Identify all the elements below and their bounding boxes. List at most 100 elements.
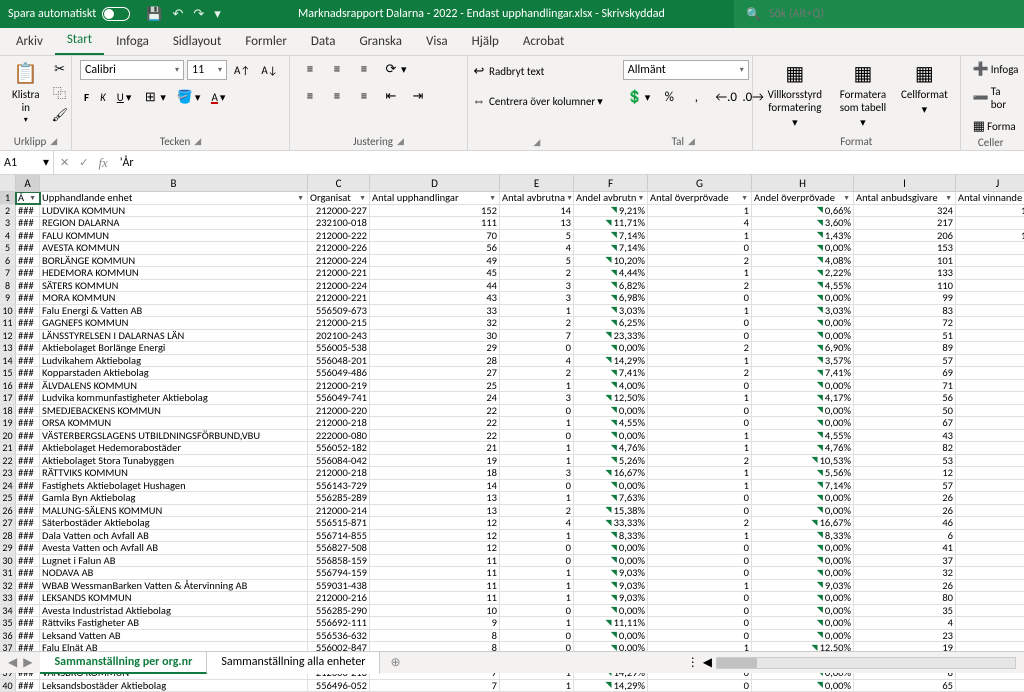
align-top-button[interactable]: ≡ xyxy=(298,60,322,79)
cell[interactable]: 17 xyxy=(956,555,1024,567)
header-cell[interactable]: Organisat▼ xyxy=(308,192,370,204)
cell[interactable]: ◥0,00% xyxy=(752,680,854,692)
row-head[interactable]: 6 xyxy=(0,255,16,267)
cell[interactable]: 23 xyxy=(956,480,1024,492)
filter-dropdown-icon[interactable]: ▼ xyxy=(358,193,367,202)
cell[interactable]: 1 xyxy=(648,355,752,367)
wrap-text-button[interactable]: ↩Radbryt text xyxy=(467,62,607,81)
tab-granska[interactable]: Granska xyxy=(347,28,414,55)
percent-button[interactable]: % xyxy=(657,88,681,107)
row-head[interactable]: 5 xyxy=(0,242,16,254)
cell[interactable]: 212000-221 xyxy=(308,267,370,279)
cell[interactable]: 212000-218 xyxy=(308,467,370,479)
cell[interactable]: 30 xyxy=(956,330,1024,342)
bold-button[interactable]: F xyxy=(80,89,93,106)
cell[interactable]: 70 xyxy=(370,230,500,242)
cell[interactable]: 19 xyxy=(956,605,1024,617)
cell[interactable]: ### xyxy=(16,555,40,567)
sheet-tab[interactable]: Sammanställning per org.nr xyxy=(40,652,207,674)
cell[interactable]: 1 xyxy=(648,442,752,454)
cell[interactable]: 12 xyxy=(370,530,500,542)
cell[interactable]: ### xyxy=(16,330,40,342)
cell[interactable]: 2 xyxy=(648,367,752,379)
col-head-G[interactable]: G xyxy=(648,175,752,191)
cell[interactable]: 72 xyxy=(854,317,956,329)
fx-icon[interactable]: fx xyxy=(98,155,107,171)
cell[interactable]: FALU KOMMUN xyxy=(40,230,308,242)
cell[interactable]: 13 xyxy=(370,505,500,517)
cell[interactable]: 1 xyxy=(648,305,752,317)
cell[interactable]: 14 xyxy=(500,205,574,217)
header-cell[interactable]: Antal vinnande anb▼ xyxy=(956,192,1024,204)
cell[interactable]: 152 xyxy=(370,205,500,217)
cell[interactable]: ◥0,00% xyxy=(752,242,854,254)
cell[interactable]: ◥14,29% xyxy=(574,680,648,692)
cell[interactable]: ◥0,00% xyxy=(574,342,648,354)
cell[interactable]: ◥0,00% xyxy=(574,605,648,617)
cell[interactable]: WBAB WessmanBarken Vatten & Återvinning … xyxy=(40,580,308,592)
header-cell[interactable]: Upphandlande enhet▼ xyxy=(40,192,308,204)
tab-visa[interactable]: Visa xyxy=(414,28,460,55)
redo-icon[interactable]: ↷ xyxy=(193,7,204,22)
cell[interactable]: 4 xyxy=(648,217,752,229)
cell[interactable]: VÄSTERBERGSLAGENS UTBILDNINGSFÖRBUND,VBU xyxy=(40,430,308,442)
cell[interactable]: ◥3,57% xyxy=(752,355,854,367)
cell[interactable]: 50 xyxy=(956,417,1024,429)
sheet-nav-next-icon[interactable]: ▶ xyxy=(23,655,32,670)
cell[interactable]: 1 xyxy=(648,205,752,217)
cell[interactable]: 1 xyxy=(500,567,574,579)
cell[interactable]: ◥5,56% xyxy=(752,467,854,479)
cell[interactable]: 101 xyxy=(854,255,956,267)
cell[interactable]: 11 xyxy=(370,592,500,604)
cell[interactable]: ◥3,60% xyxy=(752,217,854,229)
cell[interactable]: ◥4,08% xyxy=(752,255,854,267)
filter-dropdown-icon[interactable]: ▼ xyxy=(28,193,37,202)
cell[interactable]: 1 xyxy=(500,442,574,454)
cell[interactable]: ◥5,26% xyxy=(574,455,648,467)
cell[interactable]: 2 xyxy=(500,367,574,379)
cell[interactable]: 1 xyxy=(648,230,752,242)
tab-start[interactable]: Start xyxy=(55,26,104,55)
cell[interactable]: 95 xyxy=(956,217,1024,229)
cell[interactable]: 4 xyxy=(854,617,956,629)
cell[interactable]: 556285-289 xyxy=(308,492,370,504)
hscroll-left-icon[interactable]: ◀ xyxy=(703,655,712,670)
cell[interactable]: Aktiebolaget Stora Tunabyggen xyxy=(40,455,308,467)
cut-button[interactable]: ✂ xyxy=(48,60,72,79)
cell[interactable]: ◥6,98% xyxy=(574,292,648,304)
cell[interactable]: 103 xyxy=(956,230,1024,242)
merge-center-button[interactable]: ⇔Centrera över kolumner▾ xyxy=(467,91,607,111)
cell[interactable]: ### xyxy=(16,580,40,592)
cell[interactable]: ◥0,00% xyxy=(752,380,854,392)
cell[interactable]: ### xyxy=(16,505,40,517)
cell[interactable]: 3 xyxy=(500,467,574,479)
cell[interactable]: ◥15,38% xyxy=(574,505,648,517)
cell[interactable]: 556794-159 xyxy=(308,567,370,579)
row-head[interactable]: 12 xyxy=(0,330,16,342)
cell[interactable]: 49 xyxy=(370,255,500,267)
cell[interactable]: 7 xyxy=(956,492,1024,504)
save-icon[interactable]: 💾 xyxy=(146,7,162,22)
cell[interactable]: 0 xyxy=(648,680,752,692)
align-right-button[interactable]: ≡ xyxy=(352,87,376,106)
cell[interactable]: 0 xyxy=(500,405,574,417)
cell[interactable]: 556496-052 xyxy=(308,680,370,692)
cell[interactable]: 26 xyxy=(854,580,956,592)
dialog-launcher-icon[interactable]: ◢ xyxy=(50,136,57,147)
align-left-button[interactable]: ≡ xyxy=(298,87,322,106)
row-head[interactable]: 24 xyxy=(0,480,16,492)
align-bottom-button[interactable]: ≡ xyxy=(352,60,376,79)
cell[interactable]: RÄTTVIKS KOMMUN xyxy=(40,467,308,479)
cell[interactable]: 0 xyxy=(500,555,574,567)
cell[interactable]: ### xyxy=(16,205,40,217)
cell[interactable]: 556049-741 xyxy=(308,392,370,404)
cell[interactable]: 2 xyxy=(648,517,752,529)
row-head[interactable]: 10 xyxy=(0,305,16,317)
cell[interactable]: Dala Vatten och Avfall AB xyxy=(40,530,308,542)
cell[interactable]: ### xyxy=(16,405,40,417)
cell[interactable]: 1 xyxy=(500,580,574,592)
cell[interactable]: 99 xyxy=(854,292,956,304)
select-all-corner[interactable] xyxy=(0,175,16,191)
cell[interactable]: 1 xyxy=(500,530,574,542)
cell[interactable]: 2 xyxy=(500,505,574,517)
